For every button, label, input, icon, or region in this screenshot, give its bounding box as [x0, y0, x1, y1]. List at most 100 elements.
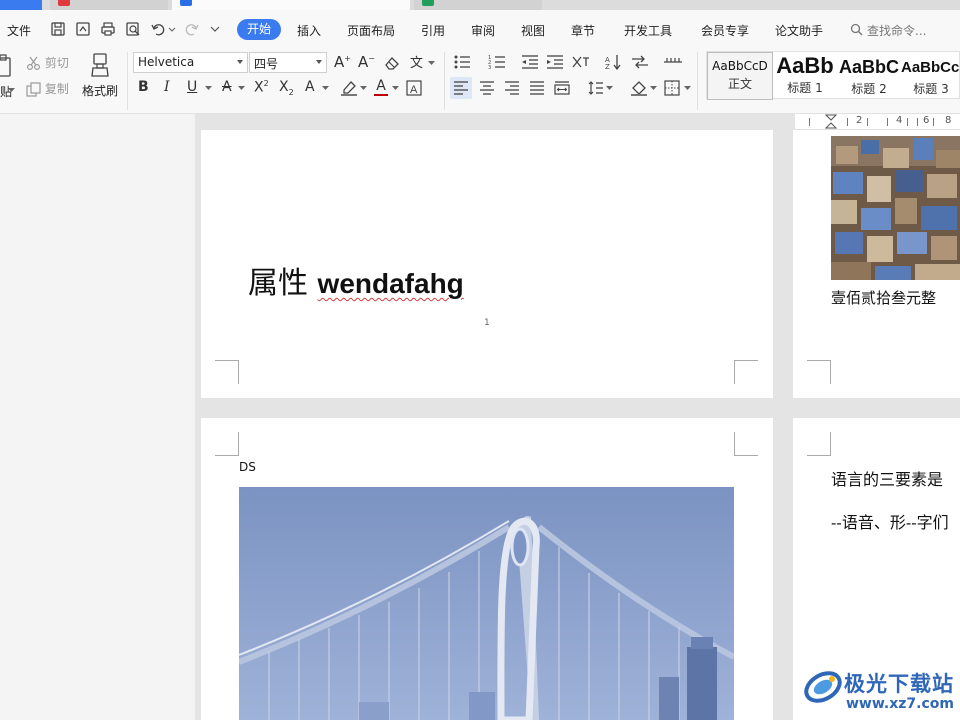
strikethrough-dropdown-icon[interactable]: [238, 85, 245, 91]
shading-icon[interactable]: [630, 79, 648, 97]
highlight-dropdown-icon[interactable]: [360, 85, 367, 91]
body-text-line[interactable]: --语音、形--字们: [831, 509, 949, 533]
style-sample: AaBbC: [838, 57, 899, 77]
numbered-list-icon[interactable]: 123: [488, 54, 506, 70]
shading-dropdown-icon[interactable]: [650, 85, 657, 91]
borders-icon[interactable]: [664, 80, 680, 96]
bridge-photo[interactable]: [239, 487, 734, 720]
document-tab[interactable]: [50, 0, 168, 10]
align-center-icon[interactable]: [479, 80, 495, 96]
tab-page-layout[interactable]: 页面布局: [347, 22, 395, 39]
tab-references[interactable]: 引用: [421, 22, 445, 39]
menu-file[interactable]: 文件: [7, 22, 31, 39]
show-marks-icon[interactable]: [663, 54, 683, 70]
justify-icon[interactable]: [529, 80, 545, 96]
document-page-3[interactable]: [201, 418, 773, 720]
font-name-select[interactable]: Helvetica: [133, 52, 248, 73]
menu-bar: 文件 开始 插入 页面布局 引用 审阅 视图 章节 开发工具 会员专享 论文助手…: [0, 10, 960, 48]
print-icon[interactable]: [100, 21, 116, 37]
font-color-dropdown-icon[interactable]: [392, 85, 399, 91]
export-pdf-icon[interactable]: [75, 21, 91, 37]
strikethrough-icon[interactable]: A: [222, 79, 232, 95]
align-left-icon[interactable]: [453, 80, 469, 96]
tab-member[interactable]: 会员专享: [701, 22, 749, 39]
style-heading-1[interactable]: AaBb 标题 1: [773, 52, 837, 100]
home-tab[interactable]: [0, 0, 42, 10]
text-effects-dropdown-icon[interactable]: [322, 85, 329, 91]
increase-indent-icon[interactable]: [546, 54, 564, 70]
style-name: 标题 2: [851, 82, 887, 96]
distributed-align-icon[interactable]: [554, 80, 570, 96]
bold-icon[interactable]: B: [138, 79, 149, 95]
command-search[interactable]: 查找命令...: [850, 22, 926, 39]
image-label[interactable]: DS: [239, 460, 256, 474]
superscript-icon[interactable]: X2: [254, 79, 269, 96]
spreadsheet-tab[interactable]: [414, 0, 542, 10]
underline-dropdown-icon[interactable]: [205, 85, 212, 91]
format-painter-button[interactable]: 格式刷: [80, 52, 120, 99]
undo-icon[interactable]: [150, 21, 166, 37]
writer-doc-icon: [180, 0, 192, 6]
customize-toolbar-icon[interactable]: [210, 21, 220, 37]
font-color-icon: A: [376, 78, 386, 94]
align-right-icon[interactable]: [504, 80, 520, 96]
text-effects-icon[interactable]: A: [305, 79, 315, 95]
italic-icon[interactable]: I: [164, 79, 170, 95]
format-painter-icon: [91, 53, 109, 77]
active-document-tab[interactable]: [172, 0, 410, 10]
chevron-down-icon: [316, 60, 322, 64]
phonetic-dropdown-icon[interactable]: [428, 60, 435, 66]
cut-button[interactable]: 剪切: [26, 54, 69, 71]
highlight-icon[interactable]: [340, 79, 358, 97]
chinese-layout-icon[interactable]: [571, 54, 591, 70]
phonetic-guide-icon[interactable]: 文: [410, 52, 423, 71]
font-color-button[interactable]: A: [374, 78, 388, 96]
underline-icon[interactable]: U: [187, 79, 197, 95]
watermark-url: www.xz7.com: [846, 696, 954, 712]
page-corner-mark: [807, 432, 831, 456]
style-heading-3[interactable]: AaBbCcI 标题 3: [901, 52, 960, 100]
paste-dropdown-icon[interactable]: [8, 87, 15, 93]
text-direction-icon[interactable]: [630, 54, 650, 70]
style-normal[interactable]: AaBbCcD 正文: [707, 52, 773, 100]
group-separator: [127, 52, 128, 110]
page-corner-mark: [215, 360, 239, 384]
tab-paper-assistant[interactable]: 论文助手: [775, 22, 823, 39]
document-page-2[interactable]: [793, 130, 960, 398]
tab-insert[interactable]: 插入: [297, 22, 321, 39]
borders-dropdown-icon[interactable]: [684, 85, 691, 91]
horizontal-ruler[interactable]: 2 4 6 8: [795, 114, 960, 130]
image-caption[interactable]: 壹佰贰拾叁元整: [831, 287, 936, 308]
ruler-tick: [867, 118, 868, 126]
svg-text:3: 3: [488, 65, 491, 70]
character-border-icon[interactable]: A: [406, 80, 422, 96]
clear-format-icon[interactable]: [384, 56, 400, 70]
tab-review[interactable]: 审阅: [471, 22, 495, 39]
decrease-indent-icon[interactable]: [521, 54, 539, 70]
tab-view[interactable]: 视图: [521, 22, 545, 39]
city-rooftops-photo[interactable]: [831, 136, 960, 280]
save-icon[interactable]: [50, 21, 66, 37]
tab-developer-tools[interactable]: 开发工具: [624, 22, 672, 39]
page1-title[interactable]: 属性 wendafahg: [248, 258, 464, 302]
paste-icon[interactable]: [0, 54, 12, 78]
indent-marker-icon[interactable]: [825, 114, 837, 130]
subscript-icon[interactable]: X2: [279, 79, 294, 97]
page-corner-mark: [807, 360, 831, 384]
redo-icon[interactable]: [184, 21, 200, 37]
sort-icon[interactable]: AZ: [604, 54, 622, 70]
line-spacing-dropdown-icon[interactable]: [606, 85, 613, 91]
line-spacing-icon[interactable]: [588, 80, 604, 96]
style-heading-2[interactable]: AaBbC 标题 2: [837, 52, 901, 100]
copy-button[interactable]: 复制: [26, 80, 69, 97]
decrease-font-icon[interactable]: A−: [358, 53, 375, 71]
increase-font-icon[interactable]: A+: [334, 53, 351, 71]
font-size-select[interactable]: 四号: [249, 52, 327, 73]
tab-section[interactable]: 章节: [571, 22, 595, 39]
body-text-line[interactable]: 语言的三要素是: [831, 466, 943, 490]
undo-dropdown-icon[interactable]: [168, 21, 176, 37]
bullet-list-icon[interactable]: [453, 54, 471, 70]
ruler-tick: [809, 118, 810, 126]
tab-home[interactable]: 开始: [237, 19, 281, 40]
print-preview-icon[interactable]: [125, 21, 141, 37]
